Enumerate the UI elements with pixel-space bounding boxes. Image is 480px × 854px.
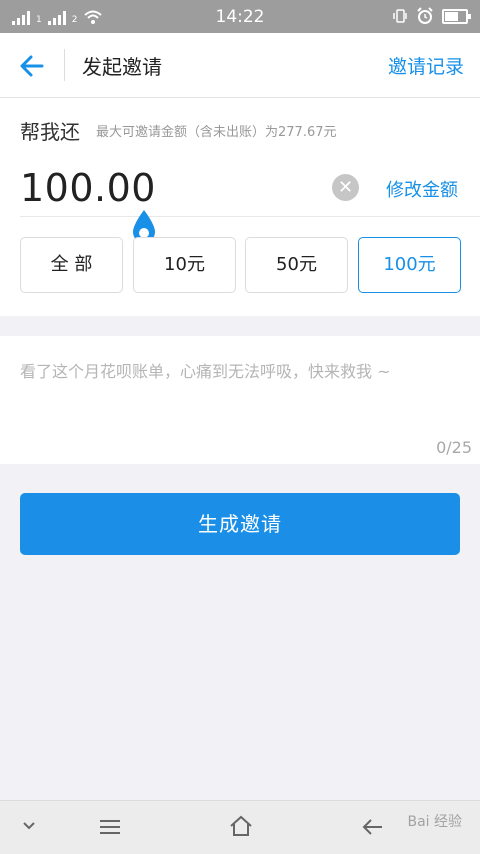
watermark-text: Bai 经验 <box>407 814 462 830</box>
preset-10-button[interactable]: 10元 <box>133 237 236 293</box>
amount-input[interactable]: 100.00 <box>20 166 156 210</box>
message-card: 看了这个月花呗账单，心痛到无法呼吸，快来救我 ~ 0/25 <box>0 336 480 464</box>
back-arrow-icon[interactable] <box>18 52 46 80</box>
nav-divider <box>64 49 65 81</box>
preset-100-button[interactable]: 100元 <box>358 237 461 293</box>
menu-icon[interactable] <box>99 819 121 835</box>
message-input[interactable]: 看了这个月花呗账单，心痛到无法呼吸，快来救我 ~ <box>20 358 391 382</box>
nav-bar: 发起邀请 邀请记录 <box>0 33 480 98</box>
back-icon[interactable] <box>362 817 384 837</box>
limit-text: 最大可邀请金额（含未出账）为277.67元 <box>96 125 337 140</box>
clear-icon[interactable]: ✕ <box>332 174 359 201</box>
section-title: 帮我还 <box>20 120 80 144</box>
alarm-icon <box>417 7 433 24</box>
preset-all-button[interactable]: 全 部 <box>20 237 123 293</box>
page-title: 发起邀请 <box>82 55 162 79</box>
status-icons <box>392 7 471 25</box>
char-counter: 0/25 <box>436 438 472 457</box>
edit-amount-link[interactable]: 修改金额 <box>386 176 458 202</box>
chevron-down-icon[interactable] <box>22 821 36 831</box>
system-nav-bar: Bai 经验 <box>0 800 480 854</box>
vibrate-icon <box>393 9 407 23</box>
amount-card: 帮我还 最大可邀请金额（含未出账）为277.67元 100.00 ✕ 修改金额 … <box>0 98 480 316</box>
battery-icon <box>442 8 471 24</box>
generate-invite-button[interactable]: 生成邀请 <box>20 493 460 555</box>
status-bar: 1 2 14:22 <box>0 0 480 33</box>
amount-divider <box>20 216 480 217</box>
preset-50-button[interactable]: 50元 <box>245 237 348 293</box>
home-icon[interactable] <box>229 815 253 837</box>
invite-records-link[interactable]: 邀请记录 <box>388 52 464 79</box>
